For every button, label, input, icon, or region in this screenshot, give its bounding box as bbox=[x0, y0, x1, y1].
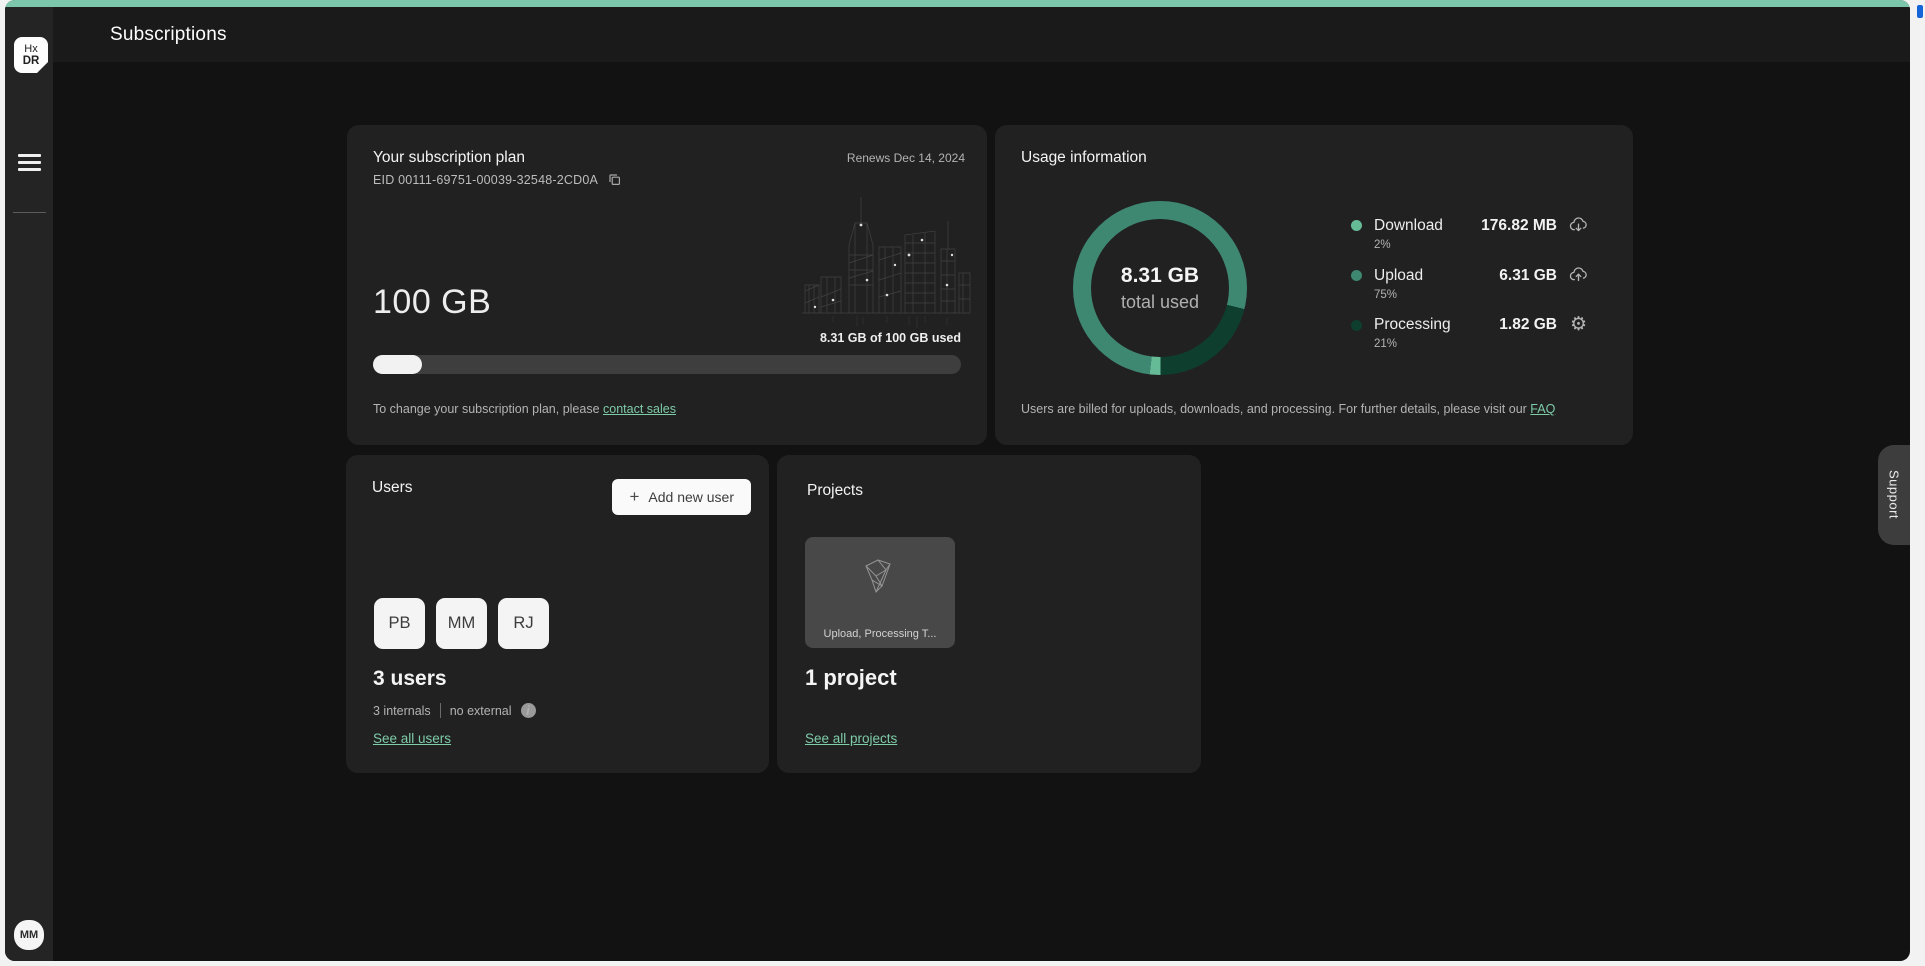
users-card: Users + Add new user PB MM RJ 3 users 3 … bbox=[346, 455, 769, 773]
user-avatar-tile[interactable]: RJ bbox=[498, 598, 549, 649]
user-avatar-row: PB MM RJ bbox=[374, 598, 549, 649]
usage-footer-text: Users are billed for uploads, downloads,… bbox=[1021, 402, 1530, 416]
info-icon[interactable]: i bbox=[521, 703, 536, 718]
contact-sales-link[interactable]: contact sales bbox=[603, 402, 676, 416]
sidebar: Hx DR MM bbox=[5, 7, 53, 961]
usage-donut-chart: 8.31 GB total used bbox=[1073, 201, 1247, 375]
menu-bar bbox=[18, 161, 41, 164]
legend-value: 1.82 GB bbox=[1499, 316, 1557, 334]
logo-text-bottom: DR bbox=[23, 55, 40, 67]
plus-icon: + bbox=[629, 487, 639, 507]
donut-total-value: 8.31 GB bbox=[1121, 264, 1199, 288]
hxdr-logo[interactable]: Hx DR bbox=[14, 37, 48, 73]
legend-label: Download bbox=[1374, 217, 1443, 235]
donut-total-label: total used bbox=[1121, 292, 1199, 313]
upload-dot bbox=[1351, 270, 1362, 281]
user-avatar-tile[interactable]: MM bbox=[436, 598, 487, 649]
support-tab-label: Support bbox=[1887, 470, 1902, 519]
menu-bar bbox=[18, 168, 41, 171]
legend-label: Upload bbox=[1374, 267, 1423, 285]
legend-label: Processing bbox=[1374, 316, 1451, 334]
support-tab[interactable]: Support bbox=[1878, 445, 1910, 545]
usage-footer-note: Users are billed for uploads, downloads,… bbox=[1021, 402, 1555, 416]
app-window: Subscriptions Hx DR MM Your subscription… bbox=[5, 0, 1910, 961]
logo-text-top: Hx bbox=[24, 44, 37, 55]
projects-card: Projects Upload, Processing T... 1 proje… bbox=[777, 455, 1201, 773]
subscription-plan-card: Your subscription plan Renews Dec 14, 20… bbox=[347, 125, 987, 445]
storage-quota: 100 GB bbox=[373, 283, 491, 322]
storage-progress-bar bbox=[373, 355, 961, 374]
meta-divider bbox=[440, 703, 441, 718]
eid-row: EID 00111-69751-00039-32548-2CD0A bbox=[373, 172, 622, 187]
projects-count: 1 project bbox=[805, 665, 897, 691]
users-meta: 3 internals no external i bbox=[373, 703, 536, 718]
subscription-card-title: Your subscription plan bbox=[373, 149, 525, 167]
storage-progress-fill bbox=[373, 355, 422, 374]
scrollbar-thumb[interactable] bbox=[1917, 5, 1923, 18]
donut-center: 8.31 GB total used bbox=[1091, 219, 1229, 357]
change-plan-text: To change your subscription plan, please bbox=[373, 402, 603, 416]
change-plan-note: To change your subscription plan, please… bbox=[373, 402, 676, 416]
usage-information-card: Usage information 8.31 GB total used Dow… bbox=[995, 125, 1633, 445]
users-card-title: Users bbox=[372, 479, 412, 497]
page-title: Subscriptions bbox=[110, 7, 1910, 62]
top-accent-bar bbox=[5, 0, 1910, 7]
user-avatar[interactable]: MM bbox=[14, 920, 44, 950]
cloud-download-icon bbox=[1568, 215, 1589, 236]
processing-dot bbox=[1351, 320, 1362, 331]
renewal-date: Renews Dec 14, 2024 bbox=[847, 151, 965, 165]
legend-percent: 21% bbox=[1374, 338, 1589, 350]
legend-row-processing: Processing 1.82 GB ⚙ 21% bbox=[1351, 315, 1589, 350]
gear-icon: ⚙ bbox=[1568, 315, 1589, 335]
faq-link[interactable]: FAQ bbox=[1530, 402, 1555, 416]
project-placeholder-icon bbox=[856, 552, 904, 600]
menu-icon[interactable] bbox=[18, 154, 41, 175]
legend-percent: 2% bbox=[1374, 239, 1589, 251]
legend-row-download: Download 176.82 MB 2% bbox=[1351, 215, 1589, 251]
project-thumbnail[interactable]: Upload, Processing T... bbox=[805, 537, 955, 648]
download-dot bbox=[1351, 220, 1362, 231]
eid-value: EID 00111-69751-00039-32548-2CD0A bbox=[373, 173, 598, 187]
top-bar: Subscriptions bbox=[53, 7, 1910, 62]
legend-value: 6.31 GB bbox=[1499, 267, 1557, 285]
see-all-users-link[interactable]: See all users bbox=[373, 731, 451, 746]
see-all-projects-link[interactable]: See all projects bbox=[805, 731, 897, 746]
externals-count: no external bbox=[450, 704, 512, 718]
add-new-user-button[interactable]: + Add new user bbox=[612, 479, 751, 515]
city-skyline-illustration bbox=[797, 185, 972, 330]
add-user-label: Add new user bbox=[648, 489, 734, 505]
usage-caption: 8.31 GB of 100 GB used bbox=[820, 331, 961, 345]
user-avatar-tile[interactable]: PB bbox=[374, 598, 425, 649]
usage-card-title: Usage information bbox=[1021, 149, 1147, 167]
projects-card-title: Projects bbox=[807, 482, 863, 500]
cloud-upload-icon bbox=[1568, 265, 1589, 286]
legend-value: 176.82 MB bbox=[1481, 217, 1557, 235]
copy-icon[interactable] bbox=[607, 172, 622, 187]
legend-row-upload: Upload 6.31 GB 75% bbox=[1351, 265, 1589, 301]
project-thumbnail-caption: Upload, Processing T... bbox=[805, 628, 955, 640]
sidebar-divider bbox=[13, 212, 46, 213]
menu-bar bbox=[18, 154, 41, 157]
users-count: 3 users bbox=[373, 667, 447, 691]
usage-legend: Download 176.82 MB 2% Upload 6.31 GB bbox=[1351, 215, 1589, 364]
internals-count: 3 internals bbox=[373, 704, 431, 718]
legend-percent: 75% bbox=[1374, 289, 1589, 301]
